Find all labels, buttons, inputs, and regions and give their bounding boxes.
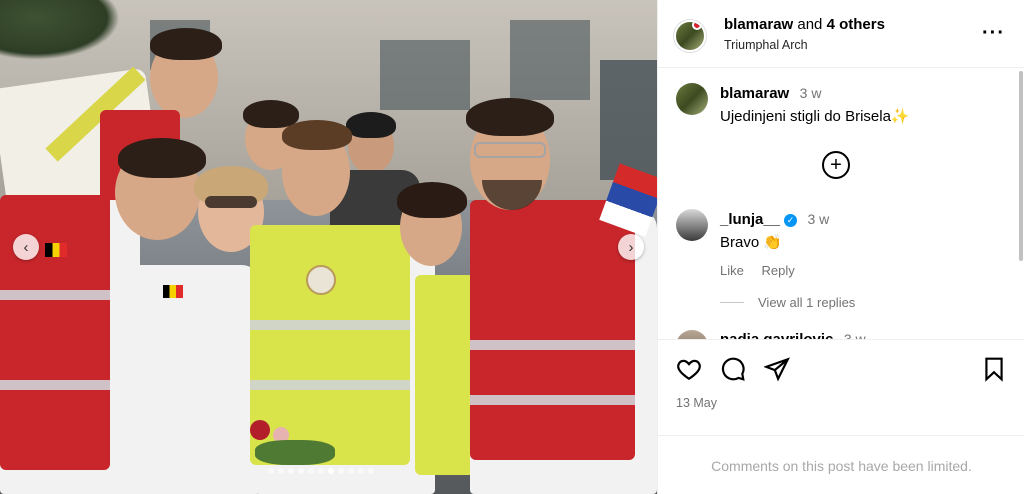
comments-limited-notice: Comments on this post have been limited. [658,435,1024,494]
caption-text: Ujedinjeni stigli do Brisela✨ [720,108,910,125]
comments-scrollbar[interactable] [1019,71,1023,261]
load-more-comments-button[interactable]: + [822,151,850,179]
commenter-avatar[interactable] [676,209,708,241]
view-replies-label: View all 1 replies [758,295,856,310]
commenter-avatar[interactable] [676,330,708,339]
comments-list[interactable]: blamaraw 3 w Ujedinjeni stigli do Brisel… [658,69,1024,339]
carousel-dot [328,468,334,474]
comment-time[interactable]: 3 w [844,331,866,339]
post-footer: 13 May Comments on this post have been l… [658,339,1024,494]
author-avatar[interactable] [674,20,706,52]
carousel-dot [288,468,294,474]
comment-username[interactable]: nadja.gavrilovic [720,331,833,339]
tree-foliage [0,0,120,60]
chevron-right-icon: › [628,238,634,256]
comment-username[interactable]: _lunja__ [720,211,780,228]
coauthors-and: and [797,16,823,33]
caption: blamaraw 3 w Ujedinjeni stigli do Brisel… [720,85,910,125]
roses [245,415,345,470]
post-side-panel: blamaraw and 4 others Triumphal Arch ···… [657,0,1024,494]
post-header: blamaraw and 4 others Triumphal Arch ··· [658,0,1024,68]
coauthors-count[interactable]: 4 others [827,16,885,33]
share-icon[interactable] [764,356,790,382]
carousel-dot [338,468,344,474]
comment-like-button[interactable]: Like [720,263,744,278]
caption-time[interactable]: 3 w [800,85,822,101]
carousel-indicator [268,468,374,474]
more-options-button[interactable]: ··· [982,22,1005,45]
bookmark-icon[interactable] [981,356,1007,382]
more-horizontal-icon: ··· [982,22,1005,44]
carousel-dot [348,468,354,474]
post-authors[interactable]: blamaraw and 4 others [724,16,885,33]
caption-username[interactable]: blamaraw [720,85,789,102]
plus-circle-icon: + [830,153,842,176]
comment-item: nadja.gavrilovic 3 w [720,331,866,339]
comment-reply-button[interactable]: Reply [761,263,794,278]
carousel-dot [308,468,314,474]
carousel-next-button[interactable]: › [618,234,644,260]
author-name[interactable]: blamaraw [724,16,793,33]
heart-icon[interactable] [676,356,702,382]
carousel-dot [278,468,284,474]
comment-icon[interactable] [720,356,746,382]
post-photo[interactable]: ‹ › [0,0,657,494]
verified-badge-icon: ✓ [784,214,798,227]
post-location[interactable]: Triumphal Arch [724,38,808,52]
carousel-dot [318,468,324,474]
medal [306,265,336,295]
chevron-left-icon: ‹ [23,238,29,256]
comment-text: Bravo 👏 [720,234,783,251]
carousel-dot [298,468,304,474]
carousel-dot [368,468,374,474]
comment-time[interactable]: 3 w [807,211,829,227]
carousel-dot [268,468,274,474]
comment-item: _lunja__ ✓ 3 w Bravo 👏 Like Reply [720,211,829,278]
view-replies-button[interactable]: View all 1 replies [720,295,855,310]
caption-author-avatar[interactable] [676,83,708,115]
carousel-dot [358,468,364,474]
replies-divider [720,302,744,303]
post-date[interactable]: 13 May [676,396,717,410]
carousel-prev-button[interactable]: ‹ [13,234,39,260]
